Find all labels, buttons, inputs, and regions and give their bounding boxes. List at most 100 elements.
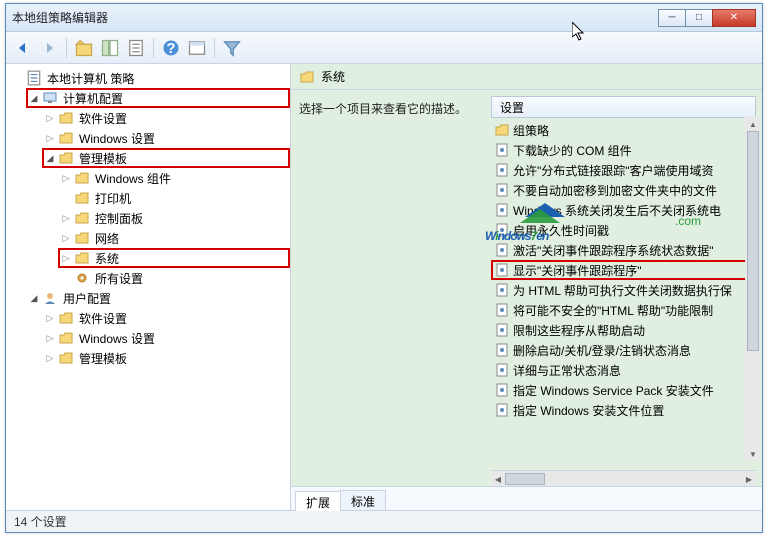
horizontal-scrollbar[interactable]: ◀ ▶ — [491, 470, 756, 486]
setting-label: 显示"关闭事件跟踪程序" — [513, 262, 642, 279]
expand-icon[interactable] — [60, 212, 72, 224]
tab-extended[interactable]: 扩展 — [295, 491, 341, 511]
minimize-button[interactable]: ─ — [658, 9, 686, 27]
setting-label: 将可能不安全的"HTML 帮助"功能限制 — [513, 302, 713, 319]
setting-item[interactable]: 允许"分布式链接跟踪"客户端使用域资 — [491, 160, 756, 180]
policy-icon — [495, 263, 509, 277]
policy-icon — [495, 403, 509, 417]
setting-item[interactable]: Windows 系统关闭发生后不关闭系统电 — [491, 200, 756, 220]
expand-icon[interactable] — [60, 232, 72, 244]
expand-icon[interactable] — [44, 312, 56, 324]
tree-pane[interactable]: 本地计算机 策略 计算机配置 软件设置 — [6, 64, 291, 510]
policy-icon — [495, 363, 509, 377]
policy-icon — [495, 303, 509, 317]
tree-win-components[interactable]: Windows 组件 — [58, 168, 290, 188]
tree-u-admin[interactable]: 管理模板 — [42, 348, 290, 368]
policy-icon — [495, 203, 509, 217]
folder-icon — [74, 250, 90, 266]
expand-icon[interactable] — [28, 292, 40, 304]
content-body: 选择一个项目来查看它的描述。 设置 组策略下载缺少的 COM 组件允许"分布式链… — [291, 90, 762, 486]
setting-item[interactable]: 详细与正常状态消息 — [491, 360, 756, 380]
forward-button[interactable] — [38, 37, 60, 59]
folder-icon — [74, 230, 90, 246]
setting-label: 删除启动/关机/登录/注销状态消息 — [513, 342, 691, 359]
setting-item[interactable]: 激活"关闭事件跟踪程序系统状态数据" — [491, 240, 756, 260]
tree-windows[interactable]: Windows 设置 — [42, 128, 290, 148]
expand-icon[interactable] — [44, 112, 56, 124]
separator — [214, 38, 215, 58]
scroll-right-icon[interactable]: ▶ — [742, 471, 756, 486]
tree-network[interactable]: 网络 — [58, 228, 290, 248]
setting-item[interactable]: 组策略 — [491, 120, 756, 140]
tree-u-software[interactable]: 软件设置 — [42, 308, 290, 328]
setting-item[interactable]: 指定 Windows Service Pack 安装文件 — [491, 380, 756, 400]
content-title: 系统 — [321, 68, 345, 85]
scroll-thumb[interactable] — [747, 131, 759, 351]
setting-item[interactable]: 显示"关闭事件跟踪程序" — [491, 260, 756, 280]
tree-admin-templates[interactable]: 管理模板 — [42, 148, 290, 168]
status-text: 14 个设置 — [14, 513, 67, 530]
tree-printer[interactable]: 打印机 — [58, 188, 290, 208]
policy-icon — [495, 143, 509, 157]
setting-item[interactable]: 启用永久性时间戳 — [491, 220, 756, 240]
up-button[interactable] — [73, 37, 95, 59]
tree-software[interactable]: 软件设置 — [42, 108, 290, 128]
folder-icon — [74, 190, 90, 206]
separator — [66, 38, 67, 58]
tree-all-settings[interactable]: 所有设置 — [58, 268, 290, 288]
maximize-button[interactable]: □ — [685, 9, 713, 27]
expand-icon[interactable] — [44, 352, 56, 364]
properties-button[interactable] — [186, 37, 208, 59]
scroll-left-icon[interactable]: ◀ — [491, 471, 505, 486]
tree-system[interactable]: 系统 — [58, 248, 290, 268]
tree-u-windows[interactable]: Windows 设置 — [42, 328, 290, 348]
expand-icon[interactable] — [60, 252, 72, 264]
expand-icon[interactable] — [44, 152, 56, 164]
tree-root[interactable]: 本地计算机 策略 — [10, 68, 290, 88]
setting-label: 激活"关闭事件跟踪程序系统状态数据" — [513, 242, 714, 259]
tree-user-config[interactable]: 用户配置 — [26, 288, 290, 308]
expand-icon — [60, 192, 72, 204]
setting-label: 组策略 — [513, 122, 549, 139]
expand-icon[interactable] — [44, 332, 56, 344]
expand-icon[interactable] — [44, 132, 56, 144]
body: 本地计算机 策略 计算机配置 软件设置 — [6, 64, 762, 510]
setting-item[interactable]: 指定 Windows 安装文件位置 — [491, 400, 756, 420]
expand-icon[interactable] — [28, 92, 40, 104]
tab-standard[interactable]: 标准 — [340, 490, 386, 510]
setting-item[interactable]: 下载缺少的 COM 组件 — [491, 140, 756, 160]
setting-item[interactable]: 删除启动/关机/登录/注销状态消息 — [491, 340, 756, 360]
filter-button[interactable] — [221, 37, 243, 59]
folder-icon — [58, 330, 74, 346]
folder-icon — [58, 130, 74, 146]
vertical-scrollbar[interactable]: ▲ ▼ — [745, 117, 761, 461]
back-button[interactable] — [12, 37, 34, 59]
setting-label: 启用永久性时间戳 — [513, 222, 609, 239]
scroll-thumb[interactable] — [505, 473, 545, 485]
gear-icon — [74, 270, 90, 286]
folder-icon — [58, 310, 74, 326]
right-pane: 系统 选择一个项目来查看它的描述。 设置 组策略下载缺少的 COM 组件允许"分… — [291, 64, 762, 510]
setting-item[interactable]: 不要自动加密移到加密文件夹中的文件 — [491, 180, 756, 200]
tree-computer-config[interactable]: 计算机配置 — [26, 88, 290, 108]
scroll-up-icon[interactable]: ▲ — [745, 117, 761, 131]
settings-items[interactable]: 组策略下载缺少的 COM 组件允许"分布式链接跟踪"客户端使用域资不要自动加密移… — [491, 118, 762, 468]
expand-icon[interactable] — [60, 172, 72, 184]
scroll-down-icon[interactable]: ▼ — [745, 447, 761, 461]
setting-label: 指定 Windows 安装文件位置 — [513, 402, 664, 419]
export-button[interactable] — [125, 37, 147, 59]
help-button[interactable]: ? — [160, 37, 182, 59]
setting-item[interactable]: 为 HTML 帮助可执行文件关闭数据执行保 — [491, 280, 756, 300]
setting-item[interactable]: 限制这些程序从帮助启动 — [491, 320, 756, 340]
column-header[interactable]: 设置 — [491, 96, 756, 118]
show-tree-button[interactable] — [99, 37, 121, 59]
expand-icon — [60, 272, 72, 284]
policy-icon — [495, 343, 509, 357]
computer-icon — [42, 90, 58, 106]
tree-control-panel[interactable]: 控制面板 — [58, 208, 290, 228]
description-text: 选择一个项目来查看它的描述。 — [299, 102, 467, 116]
folder-icon — [74, 210, 90, 226]
gpedit-window: 本地组策略编辑器 ─ □ ✕ ? — [5, 3, 763, 533]
close-button[interactable]: ✕ — [712, 9, 756, 27]
setting-item[interactable]: 将可能不安全的"HTML 帮助"功能限制 — [491, 300, 756, 320]
